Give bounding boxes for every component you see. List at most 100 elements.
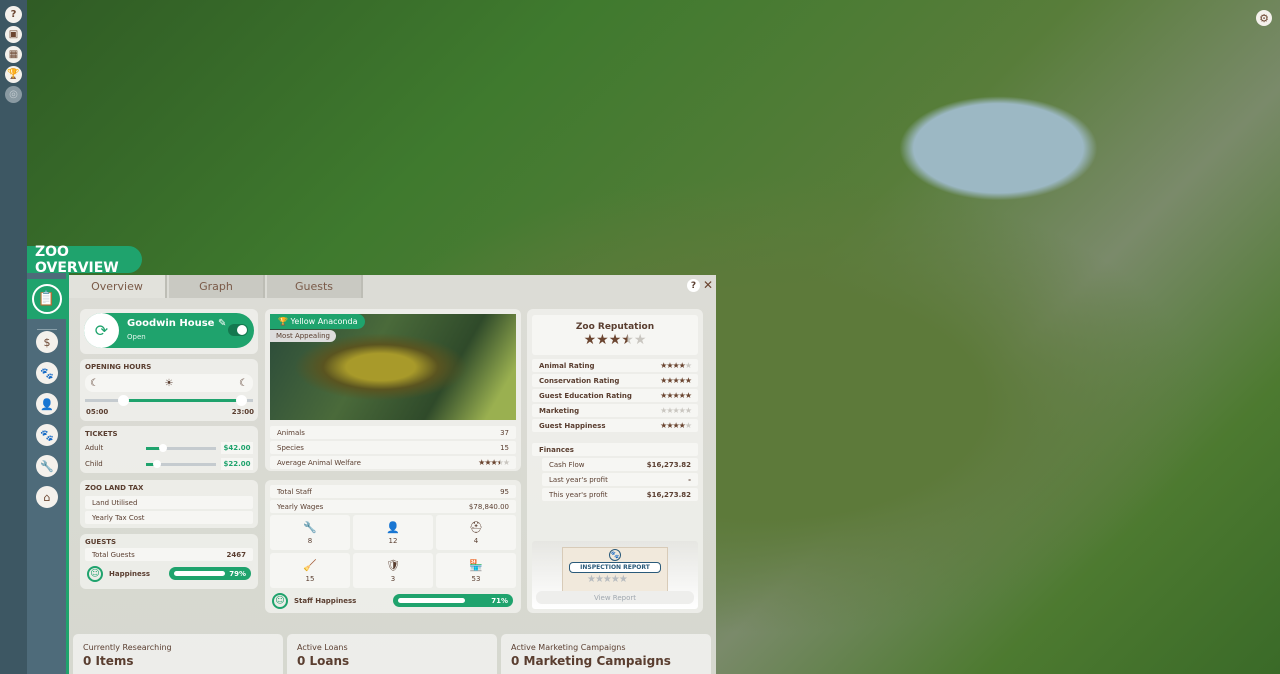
staff-count: 8 xyxy=(307,536,313,545)
inspection-envelope: 🐾 INSPECTION REPORT ★★★★★ View Report xyxy=(532,541,698,609)
child-price-slider[interactable] xyxy=(146,460,216,468)
panel-sidebar: 📋 $ 🐾 👤 🐾 🔧 ⌂ xyxy=(27,273,69,674)
happiness-bar: 79% xyxy=(169,567,251,580)
summary-value: 0 Loans xyxy=(297,654,350,668)
help-icon[interactable]: ? xyxy=(5,6,22,23)
shop-icon[interactable]: ⌂ xyxy=(36,486,58,508)
happy-face-icon: ☺ xyxy=(87,566,103,582)
staff-count: 4 xyxy=(473,536,479,545)
reputation-card: Zoo Reputation ★★★★★ Animal Rating ★★★★★ C… xyxy=(527,309,703,613)
happiness-label: Happiness xyxy=(109,570,151,578)
tab-overview[interactable]: Overview xyxy=(69,275,167,298)
adult-price[interactable]: $42.00 xyxy=(221,442,253,454)
open-time-handle[interactable] xyxy=(118,395,129,406)
hours-slider[interactable] xyxy=(85,395,253,406)
settings-icon[interactable]: ⚙ xyxy=(1256,10,1272,26)
staff-type-cell[interactable]: 🧹 15 xyxy=(270,553,350,588)
summary-label: Active Marketing Campaigns xyxy=(511,643,626,652)
staff-happiness-bar: 71% xyxy=(393,594,513,607)
rating-row: Marketing ★★★★★ xyxy=(532,404,698,417)
staff-grid: 🔧 8 👤 12 ⛑ 4 🧹 15 🛡 3 🏪 53 xyxy=(270,515,516,588)
maintenance-icon[interactable]: 🔧 xyxy=(36,455,58,477)
staff-count: 53 xyxy=(471,574,481,583)
staff-type-cell[interactable]: ⛑ 4 xyxy=(436,515,516,550)
wages-label: Yearly Wages xyxy=(277,502,324,511)
staff-type-cell[interactable]: 🔧 8 xyxy=(270,515,350,550)
paw-icon[interactable]: 🐾 xyxy=(36,362,58,384)
tickets-label: TICKETS xyxy=(85,430,118,438)
rating-stars: ★★★★★ xyxy=(660,391,692,400)
staff-count: 12 xyxy=(388,536,398,545)
child-price[interactable]: $22.00 xyxy=(221,458,253,470)
janitor-icon: 🧹 xyxy=(303,558,317,572)
reputation-title: Zoo Reputation xyxy=(575,322,655,332)
marketing-summary[interactable]: Active Marketing Campaigns 0 Marketing Ca… xyxy=(501,634,711,674)
staff-card: Total Staff 95 Yearly Wages $78,840.00 🔧 8 👤… xyxy=(265,480,521,613)
guests-card: GUESTS Total Guests 2467 ☺ Happiness 79% xyxy=(80,534,258,589)
reputation-stars: ★★★★★ xyxy=(583,332,647,348)
staff-type-cell[interactable]: 👤 12 xyxy=(353,515,433,550)
adult-label: Adult xyxy=(85,444,104,452)
zoo-logo-icon: ⟳ xyxy=(84,313,119,348)
rating-stars: ★★★★★ xyxy=(660,406,692,415)
featured-animal-name: Yellow Anaconda xyxy=(290,317,358,326)
summary-value: 0 Items xyxy=(83,654,134,668)
total-staff-label: Total Staff xyxy=(277,487,312,496)
finance-value: $16,273.82 xyxy=(646,490,691,499)
wages-value: $78,840.00 xyxy=(468,502,509,511)
featured-tag: Most Appealing xyxy=(270,330,336,342)
trophy-icon: 🏆 xyxy=(278,317,291,326)
finance-row: Last year's profit - xyxy=(542,473,698,486)
species-label: Species xyxy=(277,443,304,452)
child-label: Child xyxy=(85,460,103,468)
trophy-icon[interactable]: 🏆 xyxy=(5,66,22,83)
help-button[interactable]: ? xyxy=(687,279,700,292)
vet-icon: ⛑ xyxy=(469,520,483,534)
land-tax-card: ZOO LAND TAX Land Utilised Yearly Tax Co… xyxy=(80,480,258,528)
open-toggle[interactable] xyxy=(228,324,248,336)
vendor-icon: 🏪 xyxy=(469,558,483,572)
rating-label: Marketing xyxy=(539,406,580,415)
rating-stars: ★★★★★ xyxy=(660,421,692,430)
animals-icon[interactable]: 🐾 xyxy=(36,424,58,446)
adult-price-slider[interactable] xyxy=(146,444,216,452)
window-title: ZOO OVERVIEW xyxy=(27,244,142,276)
rating-row: Animal Rating ★★★★★ xyxy=(532,359,698,372)
view-report-button[interactable]: View Report xyxy=(536,591,694,604)
zoo-overview-panel: Overview Graph Guests ? ✕ ⟳ Goodwin Hous… xyxy=(69,275,716,674)
staff-type-cell[interactable]: 🏪 53 xyxy=(436,553,516,588)
zoo-overview-icon[interactable]: ▣ xyxy=(5,26,22,43)
close-time-handle[interactable] xyxy=(236,395,247,406)
tab-graph[interactable]: Graph xyxy=(169,275,265,298)
paw-seal-icon: 🐾 xyxy=(609,549,621,561)
tab-guests[interactable]: Guests xyxy=(267,275,363,298)
staff-type-cell[interactable]: 🛡 3 xyxy=(353,553,433,588)
summary-label: Active Loans xyxy=(297,643,348,652)
welfare-label: Average Animal Welfare xyxy=(277,458,361,467)
yearly-tax-label: Yearly Tax Cost xyxy=(92,513,145,522)
edit-icon[interactable]: ✎ xyxy=(214,318,226,329)
animals-label: Animals xyxy=(277,428,305,437)
zoo-name[interactable]: Goodwin House xyxy=(127,318,214,329)
opening-hours-label: OPENING HOURS xyxy=(85,363,152,371)
total-staff-value: 95 xyxy=(500,487,509,496)
staff-count: 3 xyxy=(390,574,396,583)
night-icon: ☾ xyxy=(90,377,99,389)
staff-icon[interactable]: 👤 xyxy=(36,393,58,415)
disabled-icon[interactable]: ◎ xyxy=(5,86,22,103)
rating-row: Guest Happiness ★★★★★ xyxy=(532,419,698,432)
zoo-status: Open xyxy=(127,333,146,341)
close-button[interactable]: ✕ xyxy=(703,278,713,292)
staff-count: 15 xyxy=(305,574,315,583)
animals-card: 🏆 Yellow Anaconda Most Appealing Animals… xyxy=(265,309,521,471)
research-summary[interactable]: Currently Researching 0 Items xyxy=(73,634,283,674)
loans-summary[interactable]: Active Loans 0 Loans xyxy=(287,634,497,674)
night-icon: ☾ xyxy=(239,377,248,389)
calendar-icon[interactable]: ▦ xyxy=(5,46,22,63)
divider xyxy=(37,329,57,330)
staff-happiness-label: Staff Happiness xyxy=(294,597,357,605)
clipboard-icon: 📋 xyxy=(31,284,62,314)
rating-row: Conservation Rating ★★★★★ xyxy=(532,374,698,387)
sidebar-item-overview[interactable]: 📋 xyxy=(27,279,66,319)
finance-icon[interactable]: $ xyxy=(36,331,58,353)
